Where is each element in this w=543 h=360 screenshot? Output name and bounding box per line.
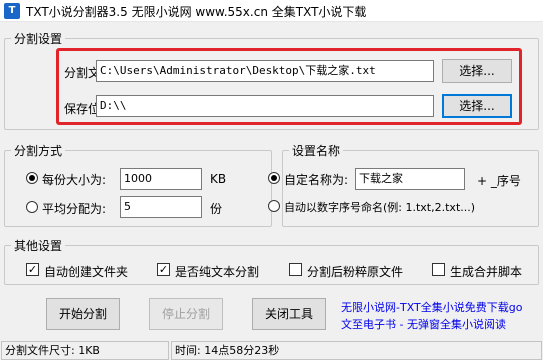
merge-script-label: 生成合并脚本 (450, 265, 523, 279)
promo-link-2[interactable]: 文至电子书 - 无弹窗全集小说阅读 (341, 316, 506, 332)
merge-script-checkbox[interactable] (432, 263, 445, 276)
shred-original-checkbox[interactable] (289, 263, 302, 276)
stop-split-button[interactable]: 停止分割 (149, 298, 223, 330)
start-split-button[interactable]: 开始分割 (46, 298, 120, 330)
plain-text-checkbox[interactable]: ✓ (157, 263, 170, 276)
app-icon: T (4, 3, 20, 19)
auto-folder-checkbox[interactable]: ✓ (26, 263, 39, 276)
parts-unit: 份 (210, 202, 223, 216)
window-title: TXT小说分割器3.5 无限小说网 www.55x.cn 全集TXT小说下载 (26, 5, 367, 19)
file-path-input[interactable]: C:\Users\Administrator\Desktop\下载之家.txt (96, 60, 434, 82)
status-file-size: 分割文件尺寸: 1KB (1, 341, 169, 360)
promo-link-1[interactable]: 无限小说网-TXT全集小说免费下载go (341, 299, 522, 315)
size-mode-radio[interactable] (26, 172, 38, 184)
parts-mode-label: 平均分配为: (42, 202, 107, 216)
name-settings-legend: 设置名称 (289, 142, 344, 159)
size-input[interactable]: 1000 (120, 168, 202, 190)
plain-text-label: 是否纯文本分割 (175, 265, 260, 279)
parts-mode-radio[interactable] (26, 201, 38, 213)
auto-folder-label: 自动创建文件夹 (44, 265, 129, 279)
custom-name-input[interactable]: 下载之家 (355, 168, 465, 190)
save-path-input[interactable]: D:\\ (96, 95, 434, 117)
other-settings-legend: 其他设置 (11, 237, 66, 254)
browse-file-button[interactable]: 选择... (442, 59, 512, 83)
status-time: 时间: 14点58分23秒 (171, 341, 542, 360)
size-mode-label: 每份大小为: (42, 173, 107, 187)
custom-name-label: 自定名称为: (284, 173, 349, 187)
close-tool-button[interactable]: 关闭工具 (252, 298, 326, 330)
number-name-radio[interactable] (268, 200, 280, 212)
custom-name-radio[interactable] (268, 172, 280, 184)
split-settings-legend: 分割设置 (11, 30, 66, 47)
number-name-label: 自动以数字序号命名(例: 1.txt,2.txt...) (284, 201, 476, 214)
shred-original-label: 分割后粉粹原文件 (307, 265, 404, 279)
custom-name-suffix: + _序号 (477, 174, 521, 188)
size-unit: KB (210, 172, 227, 186)
parts-input[interactable]: 5 (120, 196, 202, 218)
split-mode-legend: 分割方式 (11, 142, 66, 159)
browse-save-button[interactable]: 选择... (442, 94, 512, 118)
